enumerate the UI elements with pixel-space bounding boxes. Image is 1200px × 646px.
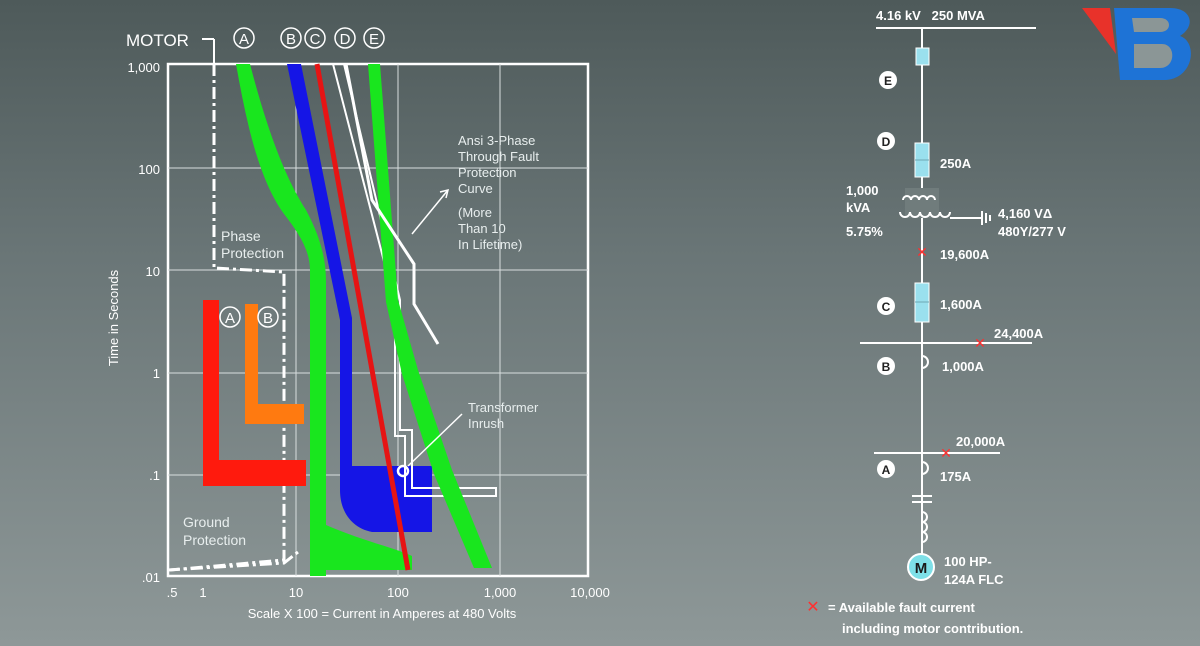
transformer-inrush-annotation: Transformer Inrush — [468, 400, 539, 431]
phase-protection-annotation: Phase Protection — [221, 228, 284, 261]
svg-text:B: B — [882, 360, 891, 374]
phase-relay-b-curve — [245, 304, 304, 424]
svg-text:A: A — [225, 310, 235, 327]
relay-b-marker: B — [257, 306, 279, 328]
fuse-c-rating: 1,600A — [940, 297, 983, 312]
vb-logo: VB — [1082, 8, 1191, 80]
svg-text:5.75%: 5.75% — [846, 224, 883, 239]
y-tick-1: 1 — [153, 366, 160, 381]
fault-marker-3: ✕ — [940, 445, 952, 461]
device-c-marker: C — [877, 297, 895, 315]
svg-text:In Lifetime): In Lifetime) — [458, 237, 522, 252]
transformer-rating: 1,000 kVA 5.75% — [846, 183, 883, 239]
y-axis-label: Time in Seconds — [106, 269, 121, 366]
svg-text:Ansi 3-Phase: Ansi 3-Phase — [458, 133, 535, 148]
svg-text:Than 10: Than 10 — [458, 221, 506, 236]
motor-icon: M — [907, 553, 935, 581]
fault-current-2: 24,400A — [994, 326, 1044, 341]
svg-text:Protection: Protection — [221, 245, 284, 261]
legend-line-1: = Available fault current — [828, 600, 975, 615]
svg-text:D: D — [340, 31, 351, 48]
curve-letter-a: A — [233, 27, 255, 49]
tcc-chart: MOTOR A B C D E 1,000 100 10 1 .1 .01 .5… — [106, 27, 610, 621]
x-tick-10000: 10,000 — [570, 585, 610, 600]
fuse-d-rating: 250A — [940, 156, 972, 171]
motor-rating: 100 HP- 124A FLC — [944, 554, 1004, 587]
svg-text:Transformer: Transformer — [468, 400, 539, 415]
transformer-icon — [899, 188, 991, 225]
x-tick-labels: .5 1 10 100 1,000 10,000 — [167, 585, 610, 600]
svg-text:M: M — [915, 560, 928, 577]
coordination-diagram: MOTOR A B C D E 1,000 100 10 1 .1 .01 .5… — [106, 8, 1191, 636]
svg-text:C: C — [882, 300, 891, 314]
motor-label: MOTOR — [126, 31, 189, 50]
y-tick-0.1: .1 — [149, 468, 160, 483]
svg-text:(More: (More — [458, 205, 492, 220]
relay-a-marker: A — [219, 306, 241, 328]
svg-text:Protection: Protection — [458, 165, 517, 180]
svg-text:Phase: Phase — [221, 228, 261, 244]
x-tick-100: 100 — [387, 585, 409, 600]
device-e-fuse-icon — [915, 47, 930, 66]
x-tick-1000: 1,000 — [484, 585, 517, 600]
svg-text:E: E — [884, 74, 892, 88]
svg-text:B: B — [286, 31, 296, 48]
motor-ground-protection-line — [167, 550, 299, 572]
legend-line-2: including motor contribution. — [842, 621, 1023, 636]
device-d-marker: D — [877, 132, 895, 150]
y-tick-10: 10 — [146, 264, 160, 279]
source-label: 4.16 kV 250 MVA — [876, 8, 985, 23]
svg-text:Curve: Curve — [458, 181, 493, 196]
y-tick-labels: 1,000 100 10 1 .1 .01 — [127, 60, 160, 585]
curve-letter-c: C — [304, 27, 326, 49]
x-tick-10: 10 — [289, 585, 303, 600]
device-a-marker: A — [877, 460, 895, 478]
y-tick-0.01: .01 — [142, 570, 160, 585]
svg-text:Ground: Ground — [183, 514, 230, 530]
svg-text:Protection: Protection — [183, 532, 246, 548]
x-tick-0.5: .5 — [167, 585, 178, 600]
svg-text:4,160 VΔ: 4,160 VΔ — [998, 206, 1052, 221]
fault-marker-2: ✕ — [974, 335, 986, 351]
svg-text:C: C — [310, 31, 321, 48]
fault-current-3: 20,000A — [956, 434, 1006, 449]
breaker-b-rating: 1,000A — [942, 359, 985, 374]
breaker-a-rating: 175A — [940, 469, 972, 484]
curve-letter-d: D — [334, 27, 356, 49]
svg-text:Through Fault: Through Fault — [458, 149, 539, 164]
curve-letter-e: E — [363, 27, 385, 49]
svg-text:A: A — [882, 463, 891, 477]
legend-fault-marker: ✕ — [806, 599, 819, 616]
x-axis-label: Scale X 100 = Current in Amperes at 480 … — [248, 606, 517, 621]
svg-text:D: D — [882, 135, 891, 149]
y-tick-100: 100 — [138, 162, 160, 177]
svg-text:100 HP-: 100 HP- — [944, 554, 992, 569]
ansi-leader-line — [411, 189, 449, 235]
fault-marker-1: ✕ — [916, 244, 928, 260]
secondary-voltage: 4,160 VΔ 480Y/277 V — [998, 206, 1066, 239]
curve-letter-b: B — [280, 27, 302, 49]
svg-text:A: A — [239, 31, 249, 48]
one-line-diagram: 4.16 kV 250 MVA E D 250A 1,000 kVA 5.75%… — [806, 8, 1066, 636]
x-tick-1: 1 — [199, 585, 206, 600]
ground-protection-annotation: Ground Protection — [183, 514, 246, 548]
fault-current-1: 19,600A — [940, 247, 990, 262]
svg-text:124A FLC: 124A FLC — [944, 572, 1004, 587]
svg-text:480Y/277 V: 480Y/277 V — [998, 224, 1066, 239]
device-b-marker: B — [877, 357, 895, 375]
device-e-marker: E — [879, 71, 897, 89]
svg-text:E: E — [369, 31, 379, 48]
svg-text:kVA: kVA — [846, 200, 871, 215]
svg-text:Inrush: Inrush — [468, 416, 504, 431]
logo-v-mark — [1082, 8, 1116, 54]
y-tick-1000: 1,000 — [127, 60, 160, 75]
svg-text:B: B — [263, 310, 273, 327]
svg-text:1,000: 1,000 — [846, 183, 879, 198]
ansi-annotation: Ansi 3-Phase Through Fault Protection Cu… — [458, 133, 539, 252]
